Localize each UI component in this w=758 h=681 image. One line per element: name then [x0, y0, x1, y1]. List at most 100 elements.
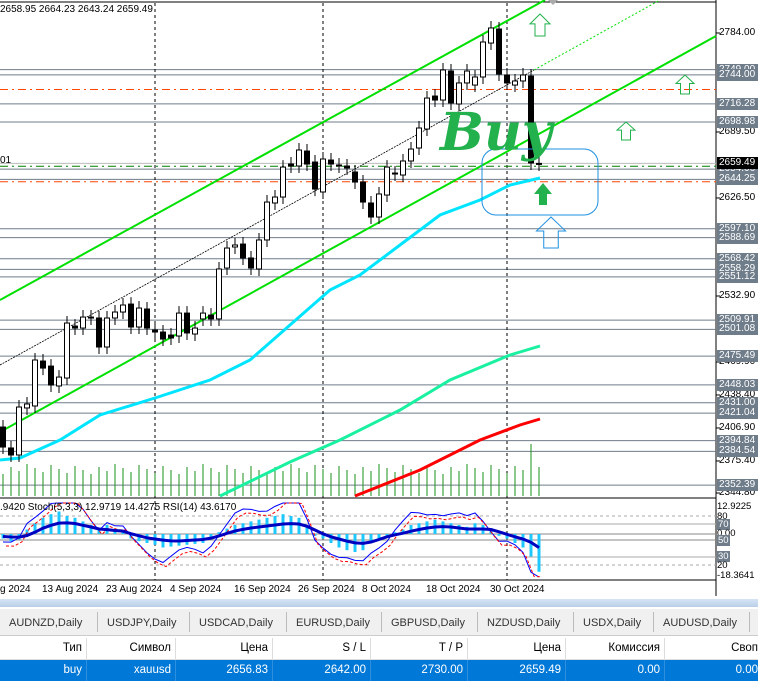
- candle: [328, 153, 334, 172]
- candle-body: [224, 247, 230, 269]
- candle: [208, 308, 214, 326]
- tab-eurusd[interactable]: EURUSD,Daily: [287, 612, 382, 632]
- col-commission[interactable]: Комиссия: [566, 638, 665, 659]
- candle: [520, 68, 526, 88]
- tab-usdx[interactable]: USDX,Daily: [574, 612, 654, 632]
- candle-body: [160, 331, 166, 340]
- orders-table: Тип Символ Цена S / L T / P Цена Комисси…: [0, 638, 758, 681]
- cell-price: 2656.83: [176, 660, 273, 681]
- candle-body: [304, 150, 310, 165]
- cell-tp: 2730.00: [371, 660, 468, 681]
- candle-body: [40, 360, 46, 369]
- indicator-tick: 50: [717, 535, 730, 546]
- channel-lower-line: [0, 35, 717, 433]
- col-current-price[interactable]: Цена: [468, 638, 566, 659]
- level-price-label: 2421.04: [717, 407, 758, 420]
- candle-body: [8, 447, 14, 456]
- candle: [248, 250, 254, 276]
- level-price-label: 2384.54: [717, 445, 758, 458]
- col-type[interactable]: Тип: [0, 638, 87, 659]
- tab-usdjpy[interactable]: USDJPY,Daily: [98, 612, 190, 632]
- candle: [96, 310, 102, 355]
- candle: [408, 142, 414, 168]
- candle-body: [448, 70, 454, 104]
- col-tp[interactable]: T / P: [371, 638, 468, 659]
- candle: [272, 190, 278, 210]
- candle: [56, 370, 62, 393]
- candle-body: [280, 166, 286, 198]
- candle-body: [104, 317, 110, 348]
- candle-body: [336, 164, 342, 167]
- candle: [320, 152, 326, 199]
- table-row[interactable]: buy xauusd 2656.83 2642.00 2730.00 2659.…: [0, 660, 758, 681]
- candle-body: [136, 307, 142, 328]
- tab-audusd[interactable]: AUDUSD,Daily: [654, 612, 750, 632]
- candle: [24, 396, 30, 415]
- candle: [336, 157, 342, 174]
- candle: [496, 22, 502, 82]
- candle-body: [32, 359, 38, 407]
- candle-body: [520, 74, 526, 82]
- price-tick: 2406.90: [719, 421, 756, 433]
- candle: [48, 359, 54, 393]
- candle-body: [368, 202, 374, 218]
- candle-body: [488, 27, 494, 44]
- candle: [176, 306, 182, 344]
- buy-arrow-icon: [534, 183, 552, 205]
- date-label: 8 Oct 2024: [362, 584, 411, 595]
- col-swap[interactable]: Своп: [665, 638, 758, 659]
- candle-body: [168, 334, 174, 339]
- candle-body: [0, 426, 6, 448]
- channel-middle-projection: [533, 0, 661, 71]
- col-price[interactable]: Цена: [176, 638, 273, 659]
- candle: [352, 164, 358, 190]
- candle: [376, 186, 382, 225]
- candle: [120, 298, 126, 320]
- level-price-label: 2448.03: [717, 378, 758, 391]
- candle: [168, 328, 174, 346]
- candle-body: [200, 312, 206, 320]
- col-sl[interactable]: S / L: [273, 638, 371, 659]
- candle: [392, 166, 398, 181]
- candle: [216, 261, 222, 326]
- candle: [344, 159, 350, 176]
- candle-body: [424, 97, 430, 130]
- date-label: 4 Sep 2024: [170, 584, 222, 595]
- candle: [32, 352, 38, 413]
- candle: [88, 310, 94, 325]
- candle-body: [88, 316, 94, 319]
- candle: [72, 319, 78, 336]
- panel-splitter[interactable]: [0, 599, 758, 607]
- current-price-label: 2659.49: [717, 157, 758, 170]
- col-symbol[interactable]: Символ: [87, 638, 176, 659]
- level-price-label: 2744.00: [717, 68, 758, 81]
- candle-body: [96, 317, 102, 348]
- date-label: 23 Aug 2024: [106, 584, 163, 595]
- candle-body: [176, 312, 182, 337]
- candle: [64, 316, 70, 386]
- candle: [104, 310, 110, 355]
- candle: [304, 144, 310, 172]
- arrow-up-icon: [535, 216, 567, 249]
- candle-body: [288, 163, 294, 167]
- candle: [184, 306, 190, 340]
- tab-audnzd[interactable]: AUDNZD,Daily: [0, 612, 98, 632]
- tab-usdcad[interactable]: USDCAD,Daily: [190, 612, 287, 632]
- level-price-label: 2551.12: [717, 270, 758, 283]
- candle-body: [536, 162, 542, 165]
- candle-body: [144, 308, 150, 329]
- tab-gbpusd[interactable]: GBPUSD,Daily: [382, 612, 478, 632]
- cell-current-price: 2659.49: [468, 660, 566, 681]
- candle-body: [112, 311, 118, 319]
- cell-symbol: xauusd: [87, 660, 176, 681]
- candle: [440, 62, 446, 108]
- candle-body: [504, 74, 510, 84]
- candle-body: [416, 127, 422, 149]
- indicator-label: -18.3641: [717, 570, 755, 581]
- candle-body: [464, 70, 470, 84]
- date-label: 26 Sep 2024: [298, 584, 355, 595]
- date-label: 16 Sep 2024: [234, 584, 291, 595]
- date-label: 18 Oct 2024: [426, 584, 481, 595]
- candle-body: [496, 28, 502, 75]
- tab-nzdusd[interactable]: NZDUSD,Daily: [478, 612, 574, 632]
